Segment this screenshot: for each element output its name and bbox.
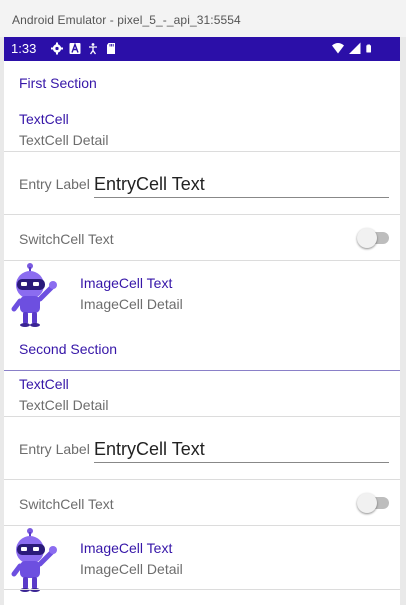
image-cell-detail: ImageCell Detail xyxy=(80,296,183,312)
status-clock: 1:33 xyxy=(11,41,37,56)
switch-cell-text: SwitchCell Text xyxy=(19,231,114,247)
font-icon xyxy=(69,42,81,54)
device-screen: 1:33 First Section TextCell TextCell Det… xyxy=(4,37,400,605)
cell-divider xyxy=(4,525,400,526)
text-cell-detail: TextCell Detail xyxy=(19,397,109,413)
entry-cell-label: Entry Label xyxy=(19,176,90,192)
status-bar: 1:33 xyxy=(4,37,400,61)
window-title: Android Emulator - pixel_5_-_api_31:5554 xyxy=(12,13,241,27)
cell-divider xyxy=(4,151,400,152)
window-titlebar[interactable]: Android Emulator - pixel_5_-_api_31:5554 xyxy=(0,0,406,37)
entry-cell-value: EntryCell Text xyxy=(94,439,205,459)
cell-divider xyxy=(4,479,400,480)
sd-card-icon xyxy=(107,43,115,54)
entry-cell-input[interactable]: EntryCell Text xyxy=(94,439,389,463)
switch-thumb xyxy=(357,493,377,513)
entry-cell-value: EntryCell Text xyxy=(94,174,205,194)
wifi-icon xyxy=(332,43,344,54)
dotnet-bot-icon xyxy=(11,528,57,592)
cell-divider xyxy=(4,260,400,261)
image-cell-text[interactable]: ImageCell Text xyxy=(80,275,172,291)
image-cell-text[interactable]: ImageCell Text xyxy=(80,540,172,556)
switch-thumb xyxy=(357,228,377,248)
gear-icon xyxy=(51,42,63,55)
text-cell-detail: TextCell Detail xyxy=(19,132,109,148)
section-header-first: First Section xyxy=(19,75,97,91)
switch-cell-text: SwitchCell Text xyxy=(19,496,114,512)
section-divider xyxy=(4,370,400,371)
switch-cell-toggle[interactable] xyxy=(357,493,389,513)
cell-divider xyxy=(4,214,400,215)
entry-cell-input[interactable]: EntryCell Text xyxy=(94,174,389,198)
text-cell-text[interactable]: TextCell xyxy=(19,376,69,392)
accessibility-icon xyxy=(89,43,97,55)
cell-divider xyxy=(4,589,400,590)
switch-cell-toggle[interactable] xyxy=(357,228,389,248)
cell-divider xyxy=(4,416,400,417)
dotnet-bot-icon xyxy=(11,263,57,327)
cellular-signal-icon xyxy=(349,42,361,54)
battery-icon xyxy=(366,44,371,53)
emulator-window: Android Emulator - pixel_5_-_api_31:5554… xyxy=(0,0,406,605)
text-cell-text[interactable]: TextCell xyxy=(19,111,69,127)
image-cell-detail: ImageCell Detail xyxy=(80,561,183,577)
section-header-second: Second Section xyxy=(19,341,118,357)
entry-cell-label: Entry Label xyxy=(19,441,90,457)
